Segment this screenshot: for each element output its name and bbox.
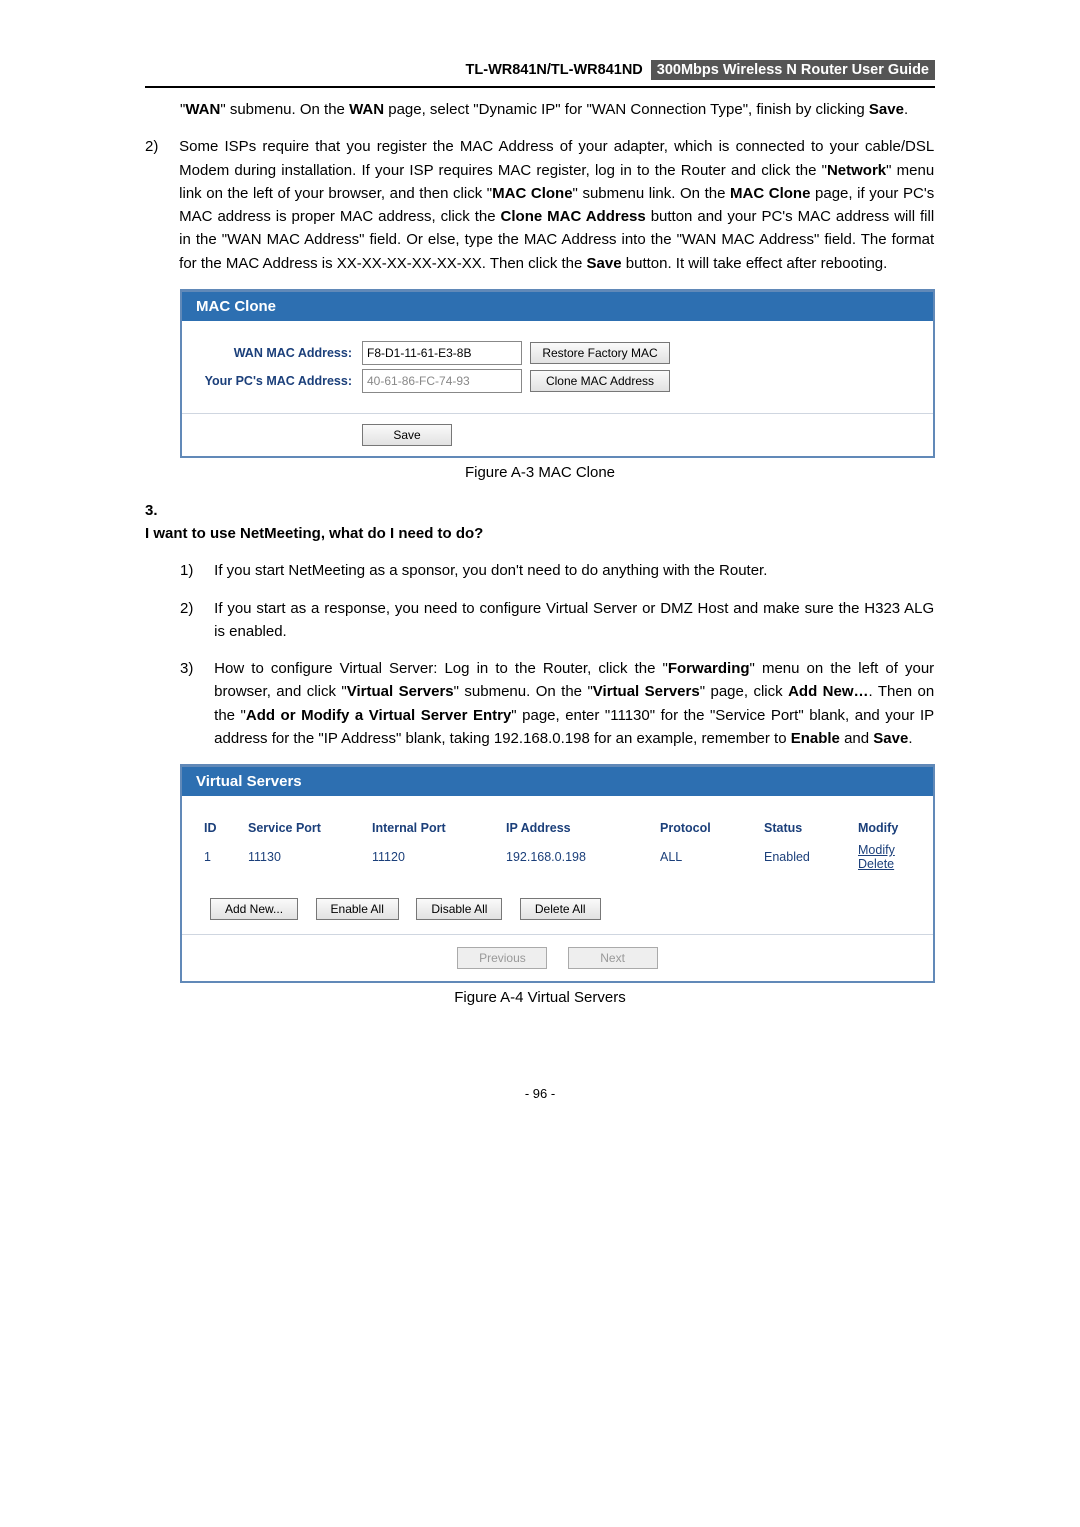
next-button: Next [568,947,658,969]
disable-all-button[interactable]: Disable All [416,898,502,920]
restore-factory-mac-button[interactable]: Restore Factory MAC [530,342,670,364]
wan-mac-label: WAN MAC Address: [182,346,362,360]
col-ip-address: IP Address [500,818,652,838]
table-row: 1 11130 11120 192.168.0.198 ALL Enabled … [198,840,917,874]
clone-mac-address-button[interactable]: Clone MAC Address [530,370,670,392]
figure-a3-caption: Figure A-3 MAC Clone [145,464,935,481]
step-2-num: 2) [145,135,175,158]
col-protocol: Protocol [654,818,756,838]
virtual-servers-table: ID Service Port Internal Port IP Address… [196,816,919,876]
page-number: - 96 - [145,1086,935,1101]
add-new-button[interactable]: Add New... [210,898,298,920]
col-id: ID [198,818,240,838]
mac-clone-title: MAC Clone [182,292,933,321]
step-2: 2) Some ISPs require that you register t… [145,135,935,275]
q3-step-3: 3) How to configure Virtual Server: Log … [180,657,935,750]
question-3: 3. I want to use NetMeeting, what do I n… [145,499,935,546]
virtual-servers-title: Virtual Servers [182,767,933,796]
q3-step-1: 1) If you start NetMeeting as a sponsor,… [180,559,935,582]
wan-mac-input[interactable] [362,341,522,365]
model-label: TL-WR841N/TL-WR841ND [466,62,643,78]
page-header: TL-WR841N/TL-WR841ND 300Mbps Wireless N … [145,60,935,88]
q3-step-2: 2) If you start as a response, you need … [180,597,935,644]
delete-link[interactable]: Delete [858,857,894,871]
delete-all-button[interactable]: Delete All [520,898,601,920]
pc-mac-input [362,369,522,393]
pc-mac-label: Your PC's MAC Address: [182,374,362,388]
guide-label: 300Mbps Wireless N Router User Guide [651,60,935,80]
col-service-port: Service Port [242,818,364,838]
mac-save-button[interactable]: Save [362,424,452,446]
col-modify: Modify [852,818,917,838]
figure-a4-caption: Figure A-4 Virtual Servers [145,989,935,1006]
col-internal-port: Internal Port [366,818,498,838]
wan-continuation: "WAN" submenu. On the WAN page, select "… [180,98,935,121]
modify-link[interactable]: Modify [858,843,895,857]
enable-all-button[interactable]: Enable All [316,898,399,920]
virtual-servers-panel: Virtual Servers ID Service Port Internal… [180,764,935,983]
col-status: Status [758,818,850,838]
previous-button: Previous [457,947,547,969]
mac-clone-panel: MAC Clone WAN MAC Address: Restore Facto… [180,289,935,458]
